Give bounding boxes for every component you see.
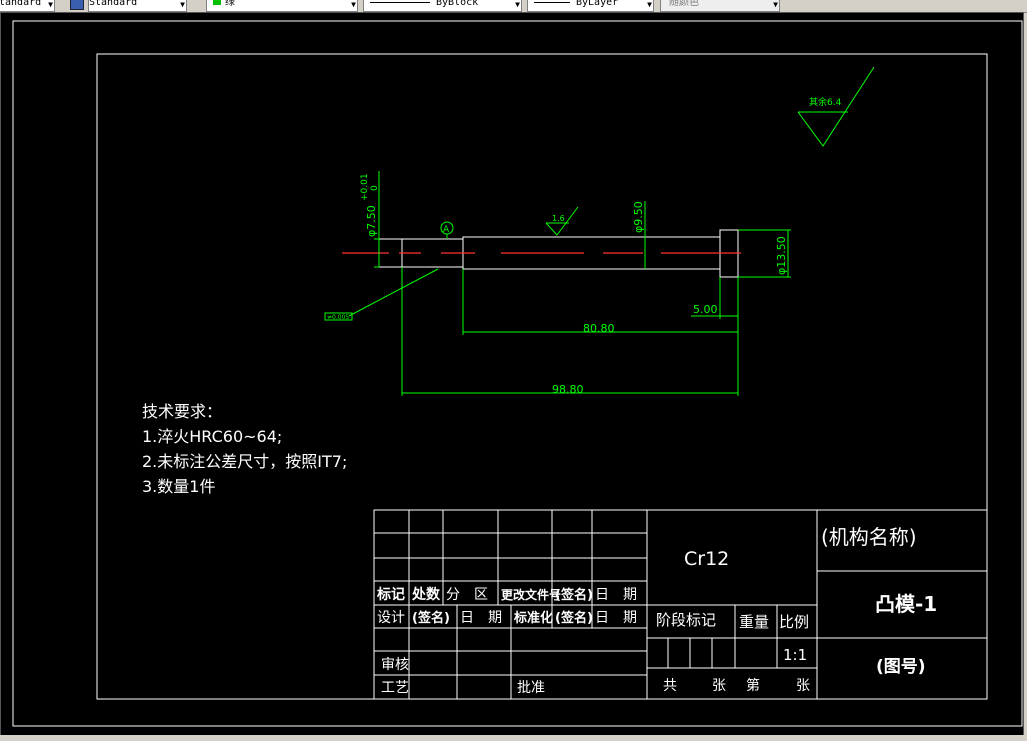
tolerance-frame: ≠0.005 (324, 312, 353, 321)
chevron-down-icon: ▼ (180, 0, 185, 9)
requirement-line: 2.未标注公差尺寸，按照IT7; (142, 452, 347, 471)
dim-style-select[interactable]: Standard ▼ (88, 0, 187, 12)
chevron-down-icon: ▼ (515, 0, 520, 9)
material: Cr12 (684, 548, 729, 570)
date-cell: 日 期 (595, 610, 637, 626)
process-cell: 工艺 (381, 680, 409, 696)
chevron-down-icon: ▼ (773, 0, 778, 9)
dim-body-len: 80.80 (583, 322, 615, 335)
dim-left-dia: φ7.50 (365, 205, 378, 237)
mark-cell: 标记 (376, 586, 405, 603)
roughness-local-text: 1.6 (552, 214, 565, 223)
count-cell: 处数 (411, 586, 441, 603)
stage-mark-cell: 阶段标记 (656, 611, 716, 629)
line-sample-icon (370, 1, 430, 3)
dim-head-len: 5.00 (693, 303, 718, 316)
chevron-down-icon: ▼ (48, 0, 53, 9)
drawing-sheet: 其余6.4 φ7.50 +0.01 0 φ9.50 φ13.50 5.00 80… (12, 20, 1023, 727)
roughness-symbol-local: 1.6 (545, 206, 579, 236)
datum-marker: A (440, 221, 454, 235)
technical-requirements: 技术要求： 1.淬火HRC60~64; 2.未标注公差尺寸，按照IT7; 3.数… (142, 402, 347, 496)
layer-color-icon (213, 0, 221, 5)
standardization-cell: 标准化 (513, 610, 553, 626)
sheets-unit-label: 张 (796, 678, 810, 694)
scale-cell: 比例 (779, 613, 809, 631)
lineweight-select[interactable]: ByLayer ▼ (527, 0, 654, 12)
dim-left-tol-upper: +0.01 (360, 173, 370, 201)
mechanism-name: (机构名称) (821, 525, 917, 549)
requirements-title: 技术要求： (142, 402, 222, 421)
datum-label: A (443, 225, 450, 235)
linetype-select[interactable]: ByBlock ▼ (363, 0, 522, 12)
dim-mid-dia: φ9.50 (632, 201, 645, 233)
line-sample-icon (534, 1, 570, 3)
inner-frame (96, 53, 988, 700)
sheets-total-label: 共 (663, 678, 677, 694)
roughness-corner-text: 其余6.4 (809, 96, 842, 108)
text-style-select[interactable]: tandard ▼ (0, 0, 55, 12)
zone-cell: 分 区 (446, 587, 488, 603)
sheet-number-label: 第 (746, 677, 760, 694)
scale-value: 1:1 (783, 646, 807, 664)
dim-left-tol-lower: 0 (370, 185, 380, 191)
plot-style-value: 随颜色 (669, 0, 699, 8)
tolerance-text: ≠0.005 (327, 314, 349, 321)
date-cell: 日 期 (595, 587, 637, 603)
dimensions (348, 171, 791, 396)
title-block-texts: Cr12 (机构名称) 凸模-1 (图号) 标记 处数 分 区 更改文件号 (签… (376, 525, 937, 696)
text-style-value: tandard (0, 0, 42, 8)
design-cell: 设计 (377, 610, 405, 626)
dim-total-len: 98.80 (552, 383, 584, 396)
layer-select[interactable]: 绿 ▼ (206, 0, 358, 12)
dim-style-icon[interactable] (70, 0, 84, 10)
weight-cell: 重量 (739, 613, 769, 631)
review-cell: 审核 (381, 657, 409, 673)
linetype-value: ByBlock (436, 0, 479, 8)
signature-cell: (签名) (555, 587, 593, 603)
chevron-down-icon: ▼ (647, 0, 652, 9)
roughness-symbol-corner: 其余6.4 (797, 66, 875, 147)
date-cell: 日 期 (460, 610, 502, 626)
chevron-down-icon: ▼ (351, 0, 356, 9)
dim-head-dia: φ13.50 (775, 236, 788, 275)
lineweight-value: ByLayer (576, 0, 619, 8)
requirement-line: 1.淬火HRC60~64; (142, 427, 282, 446)
drawing-canvas[interactable]: 其余6.4 φ7.50 +0.01 0 φ9.50 φ13.50 5.00 80… (0, 12, 1024, 736)
requirement-line: 3.数量1件 (142, 477, 215, 496)
signature-cell: (签名) (412, 610, 450, 626)
plot-style-select[interactable]: 随颜色 ▼ (660, 0, 780, 12)
change-doc-cell: 更改文件号 (501, 587, 561, 602)
signature-cell: (签名) (555, 610, 593, 626)
status-bar (0, 735, 1027, 741)
dim-style-value: Standard (89, 0, 138, 8)
part-name: 凸模-1 (875, 592, 937, 616)
drawing-number: (图号) (876, 657, 926, 677)
sheets-unit-label: 张 (712, 678, 726, 694)
layer-value: 绿 (225, 0, 235, 8)
approve-cell: 批准 (517, 680, 545, 696)
dimension-texts: φ7.50 +0.01 0 φ9.50 φ13.50 5.00 80.80 98… (360, 173, 788, 396)
